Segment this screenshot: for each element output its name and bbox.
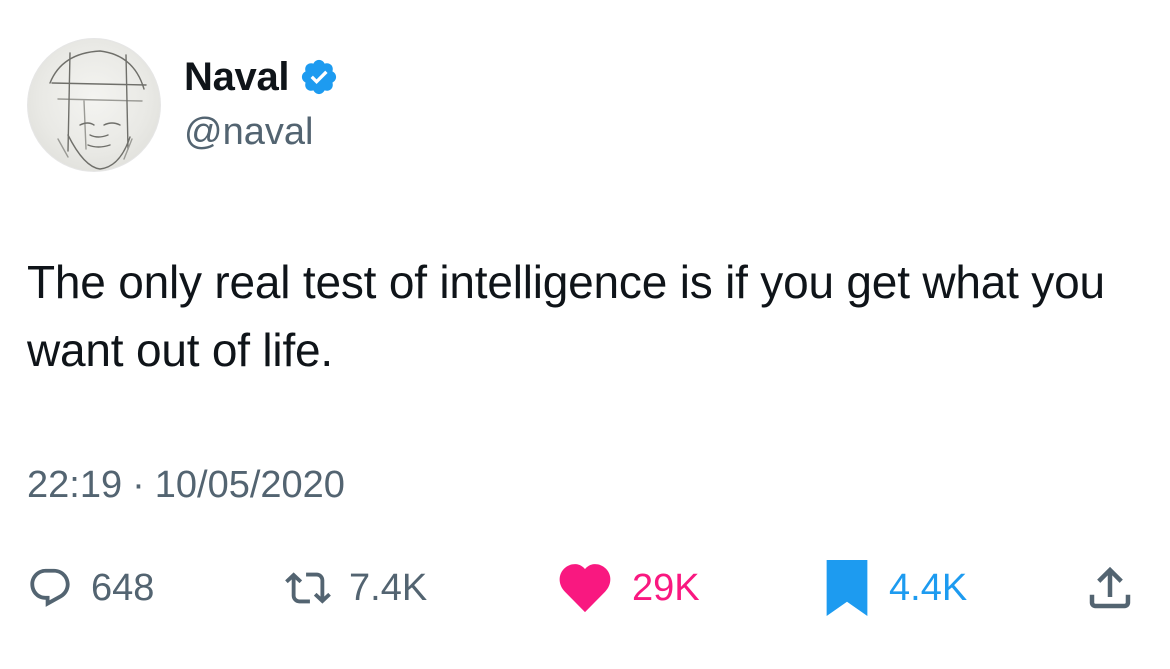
- retweet-button[interactable]: 7.4K: [285, 558, 427, 618]
- retweet-count: 7.4K: [349, 567, 428, 609]
- share-button[interactable]: [1083, 558, 1137, 618]
- sketched-face-icon: [49, 50, 147, 170]
- bookmark-button[interactable]: 4.4K: [823, 558, 967, 618]
- reply-button[interactable]: 648: [27, 558, 154, 618]
- tweet-date[interactable]: 10/05/2020: [155, 462, 345, 508]
- retweet-icon: [285, 572, 331, 604]
- like-count: 29K: [632, 567, 700, 609]
- share-upload-icon: [1089, 566, 1131, 609]
- name-row: Naval: [184, 54, 339, 100]
- action-bar: 648 7.4K 29K 4.4K: [27, 558, 1143, 618]
- reply-count: 648: [91, 567, 155, 609]
- heart-filled-icon: [559, 564, 611, 613]
- author-handle[interactable]: @naval: [184, 110, 339, 154]
- tweet-header: Naval @naval: [27, 38, 339, 172]
- avatar[interactable]: [27, 38, 161, 172]
- like-button[interactable]: 29K: [556, 558, 700, 618]
- bookmark-filled-icon: [826, 560, 868, 616]
- author-identity: Naval @naval: [184, 54, 339, 154]
- author-name[interactable]: Naval: [184, 54, 290, 100]
- tweet-text: The only real test of intelligence is if…: [27, 256, 1105, 376]
- bookmark-count: 4.4K: [889, 567, 968, 609]
- meta-separator: ·: [132, 464, 145, 506]
- tweet-time[interactable]: 22:19: [27, 462, 122, 508]
- reply-bubble-icon: [30, 568, 70, 607]
- tweet-meta: 22:19 · 10/05/2020: [27, 462, 345, 508]
- verified-badge-icon[interactable]: [299, 57, 339, 97]
